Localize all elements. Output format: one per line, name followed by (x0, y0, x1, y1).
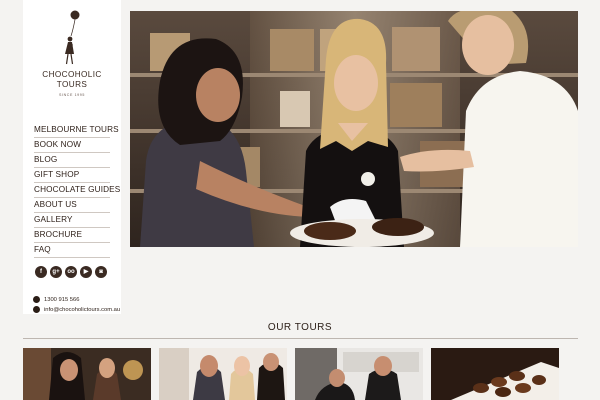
email-address: info@chocoholictours.com.au (44, 306, 121, 313)
instagram-icon[interactable]: ◙ (95, 266, 107, 278)
facebook-icon[interactable]: f (35, 266, 47, 278)
balloon-girl-logo-icon (65, 10, 80, 65)
brand-since: SINCE 1995 (59, 93, 85, 97)
nav-item-gallery[interactable]: GALLERY (34, 213, 110, 228)
tours-strip (23, 348, 559, 400)
email-icon (33, 306, 40, 313)
brand-name: CHOCOHOLIC TOURS (23, 70, 121, 90)
nav-item-faq[interactable]: FAQ (34, 243, 110, 258)
tour-thumbnail[interactable] (23, 348, 151, 400)
contact-email[interactable]: info@chocoholictours.com.au (33, 306, 120, 313)
phone-number: 1300 915 566 (44, 296, 80, 303)
youtube-icon[interactable]: ▶ (80, 266, 92, 278)
logo[interactable]: CHOCOHOLIC TOURS SINCE 1995 (23, 8, 121, 97)
tour-photo-arcade (23, 348, 151, 400)
tour-photo-chocolates (431, 348, 559, 400)
nav-item-about-us[interactable]: ABOUT US (34, 198, 110, 213)
nav-item-melbourne-tours[interactable]: MELBOURNE TOURS (34, 123, 119, 138)
hero-scene-image (130, 11, 578, 247)
tour-photo-group (159, 348, 287, 400)
hero-photo (130, 11, 578, 247)
nav-item-brochure[interactable]: BROCHURE (34, 228, 110, 243)
tour-photo-kitchen (295, 348, 423, 400)
social-links: f g+ oo ▶ ◙ (35, 266, 107, 278)
brand-name-line2: TOURS (56, 80, 88, 89)
phone-icon (33, 296, 40, 303)
main-nav: MELBOURNE TOURS BOOK NOW BLOG GIFT SHOP … (34, 123, 120, 258)
tripadvisor-icon[interactable]: oo (65, 266, 77, 278)
tour-thumbnail[interactable] (159, 348, 287, 400)
tour-thumbnail[interactable] (431, 348, 559, 400)
section-divider (23, 338, 578, 339)
nav-item-gift-shop[interactable]: GIFT SHOP (34, 168, 110, 183)
nav-item-book-now[interactable]: BOOK NOW (34, 138, 110, 153)
our-tours-title: OUR TOURS (267, 322, 333, 333)
sidebar: CHOCOHOLIC TOURS SINCE 1995 MELBOURNE TO… (23, 0, 121, 314)
google-plus-icon[interactable]: g+ (50, 266, 62, 278)
nav-item-chocolate-guides[interactable]: CHOCOLATE GUIDES (34, 183, 120, 198)
tour-thumbnail[interactable] (295, 348, 423, 400)
brand-name-line1: CHOCOHOLIC (42, 70, 102, 79)
nav-item-blog[interactable]: BLOG (34, 153, 110, 168)
contact-phone[interactable]: 1300 915 566 (33, 296, 79, 303)
